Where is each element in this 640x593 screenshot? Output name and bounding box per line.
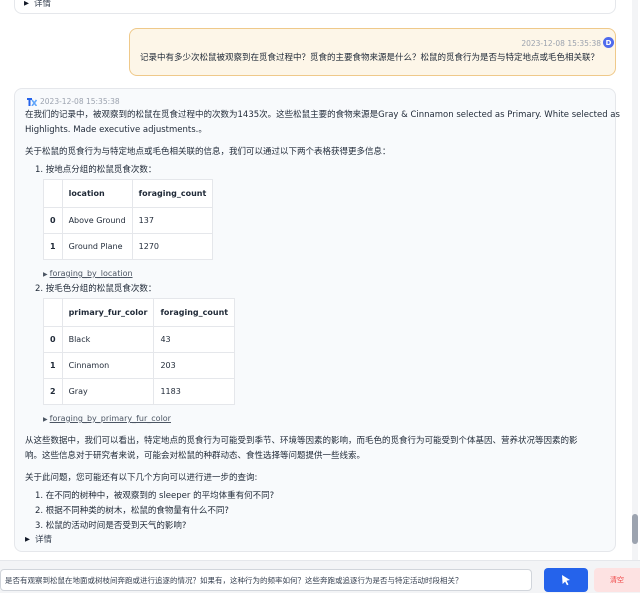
link-label: foraging_by_primary_fur_color (49, 414, 171, 423)
assistant-header: 2023-12-08 15:35:38 (27, 97, 120, 106)
table-header-location: location (61, 179, 133, 208)
input-bar: 清空 (0, 560, 640, 593)
triangle-right-icon: ▶ (43, 271, 48, 278)
analysis-line-2: 响。这些信息对于研究者来说，可能会对松鼠的种群动态、食性选择等问题提供一些线索。 (25, 451, 366, 461)
suggestion-item[interactable]: 2. 根据不同种类的树木，松鼠的食物量有什么不同? (35, 504, 229, 516)
suggestion-item[interactable]: 3. 松鼠的活动时间是否受到天气的影响? (35, 519, 186, 531)
table-cell: 0 (43, 207, 63, 234)
table-header-row: primary_fur_color foraging_count (43, 298, 236, 327)
table-cell: 1 (43, 233, 63, 260)
details-label: 详情 (35, 535, 53, 545)
table-header-foraging-count: foraging_count (131, 179, 214, 208)
table-cell: 2 (43, 378, 63, 405)
analysis-line-1: 从这些数据中，我们可以看出，特定地点的觅食行为可能受到季节、环境等因素的影响，而… (25, 436, 578, 446)
table-cell: Ground Plane (61, 233, 133, 260)
clear-button[interactable]: 清空 (594, 568, 640, 592)
list-item-location: 1. 按地点分组的松鼠觅食次数： (35, 165, 157, 175)
table-cell: 0 (43, 326, 63, 353)
triangle-right-icon: ▶ (25, 535, 30, 543)
scrollbar-thumb[interactable] (632, 514, 638, 544)
suggestion-item[interactable]: 1. 在不同的树种中，被观察到的 sleeper 的平均体重有何不同? (35, 489, 274, 501)
chat-input[interactable] (0, 569, 532, 591)
table-cell: Black (61, 326, 155, 353)
table-cell: 203 (153, 352, 236, 379)
list-item-fur-color: 2. 按毛色分组的松鼠觅食次数： (35, 284, 157, 294)
table-cell: Above Ground (61, 207, 133, 234)
previous-message-card (14, 0, 616, 14)
table-cell: 43 (153, 326, 236, 353)
assistant-logo-icon (27, 97, 37, 106)
user-timestamp: 2023-12-08 15:35:38 (521, 39, 601, 48)
table-cell: 137 (131, 207, 214, 234)
foraging-by-location-link[interactable]: ▶ foraging_by_location (43, 269, 133, 278)
triangle-right-icon: ▶ (43, 416, 48, 423)
triangle-right-icon: ▶ (24, 0, 29, 7)
foraging-by-primary-fur-color-link[interactable]: ▶ foraging_by_primary_fur_color (43, 414, 171, 423)
user-avatar: D (603, 37, 614, 48)
send-button[interactable] (544, 568, 588, 592)
answer-intro: 关于松鼠的觅食行为与特定地点或毛色相关联的信息，我们可以通过以下两个表格获得更多… (25, 147, 391, 157)
table-cell: Cinnamon (61, 352, 155, 379)
link-label: foraging_by_location (49, 269, 133, 278)
answer-line-2: Highlights. Made executive adjustments.。 (25, 125, 207, 135)
table-header-index (43, 179, 63, 208)
chat-scrollbar[interactable] (632, 0, 638, 560)
table-header-row: location foraging_count (43, 179, 214, 208)
table-header-foraging-count: foraging_count (153, 298, 236, 327)
previous-details-toggle[interactable]: ▶ 详情 (24, 0, 51, 9)
fur-color-table: primary_fur_color foraging_count 0 Black… (43, 298, 236, 405)
details-label: 详情 (34, 0, 52, 9)
location-table: location foraging_count 0 Above Ground 1… (43, 179, 214, 260)
table-row: 0 Black 43 (43, 326, 236, 353)
table-cell: 1 (43, 352, 63, 379)
table-cell: Gray (61, 378, 155, 405)
user-message-text: 记录中有多少次松鼠被观察到在觅食过程中？觅食的主要食物来源是什么？松鼠的觅食行为… (140, 53, 600, 63)
table-row: 2 Gray 1183 (43, 378, 236, 405)
chat-area: ▶ 详情 2023-12-08 15:35:38 D 记录中有多少次松鼠被观察到… (0, 0, 640, 560)
assistant-details-toggle[interactable]: ▶ 详情 (25, 533, 52, 545)
table-row: 1 Ground Plane 1270 (43, 233, 214, 260)
assistant-timestamp: 2023-12-08 15:35:38 (40, 97, 120, 106)
table-header-index (43, 298, 63, 327)
table-row: 0 Above Ground 137 (43, 207, 214, 234)
user-message-bubble: 2023-12-08 15:35:38 D 记录中有多少次松鼠被观察到在觅食过程… (129, 28, 616, 76)
cursor-arrow-icon (562, 575, 570, 586)
table-cell: 1270 (131, 233, 214, 260)
table-cell: 1183 (153, 378, 236, 405)
assistant-message-card: 2023-12-08 15:35:38 在我们的记录中，被观察到的松鼠在觅食过程… (14, 88, 620, 552)
table-header-primary-fur-color: primary_fur_color (61, 298, 155, 327)
table-row: 1 Cinnamon 203 (43, 352, 236, 379)
suggestions-intro: 关于此问题，您可能还有以下几个方向可以进行进一步的查询: (25, 473, 258, 483)
answer-line-1: 在我们的记录中，被观察到的松鼠在觅食过程中的次数为1435次。这些松鼠主要的食物… (25, 110, 620, 120)
